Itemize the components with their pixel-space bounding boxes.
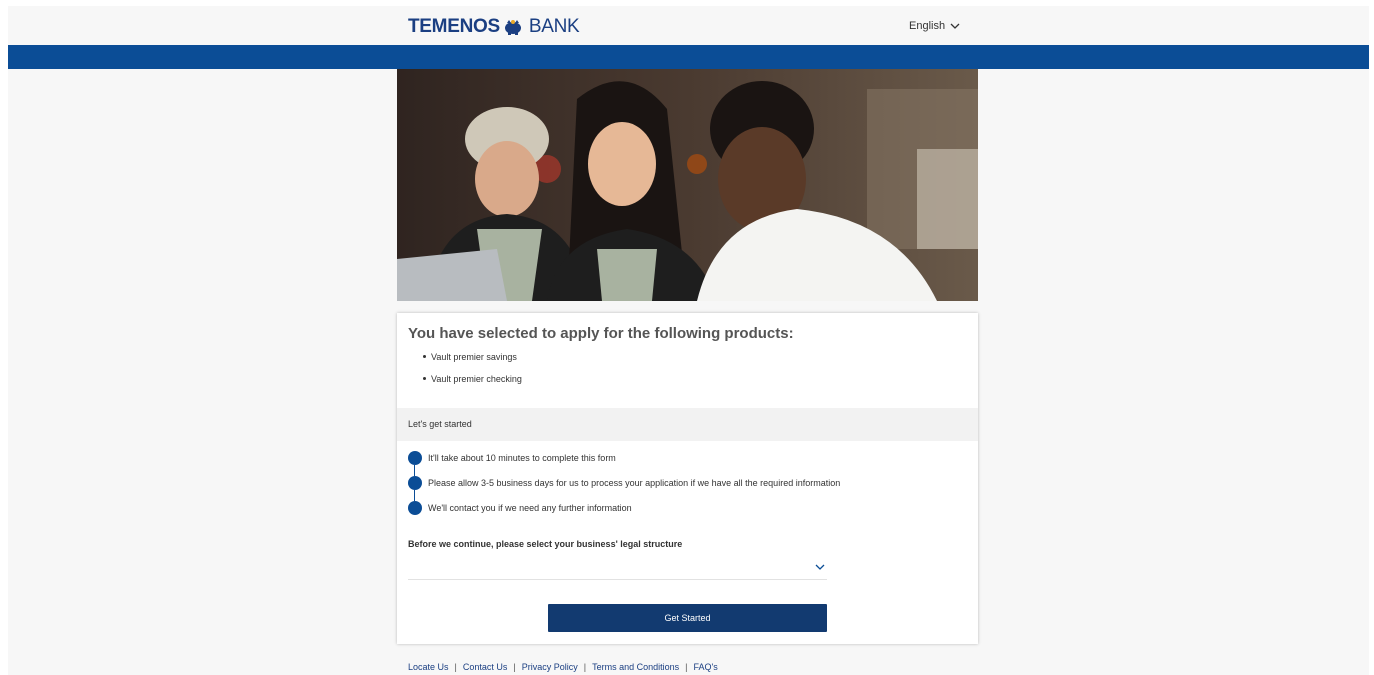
legal-structure-label: Before we continue, please select your b… bbox=[408, 539, 683, 549]
footer-link-locate-us[interactable]: Locate Us bbox=[408, 662, 449, 672]
step-connector bbox=[414, 465, 415, 476]
step-dot-icon bbox=[408, 451, 422, 465]
step-text: Please allow 3-5 business days for us to… bbox=[428, 478, 841, 488]
footer-link-terms[interactable]: Terms and Conditions bbox=[592, 662, 679, 672]
get-started-button[interactable]: Get Started bbox=[548, 604, 827, 632]
logo-text-temenos: TEMENOS bbox=[408, 16, 500, 37]
section-header: Let's get started bbox=[397, 408, 978, 441]
logo-text-bank: BANK bbox=[528, 16, 580, 37]
section-label: Let's get started bbox=[408, 419, 472, 429]
step-text: It'll take about 10 minutes to complete … bbox=[428, 453, 616, 463]
footer-link-privacy-policy[interactable]: Privacy Policy bbox=[522, 662, 578, 672]
header-accent-bar bbox=[8, 45, 1369, 69]
footer-separator: | bbox=[513, 662, 516, 672]
bank-logo[interactable]: TEMENOS BANK bbox=[408, 16, 580, 38]
language-label: English bbox=[909, 20, 946, 32]
site-header: TEMENOS BANK English bbox=[8, 6, 1369, 45]
hero-photo-illustration bbox=[397, 69, 978, 301]
product-list: Vault premier savings Vault premier chec… bbox=[423, 351, 522, 395]
step-item: We'll contact you if we need any further… bbox=[408, 501, 840, 526]
step-item: It'll take about 10 minutes to complete … bbox=[408, 451, 840, 476]
footer-links: Locate Us | Contact Us | Privacy Policy … bbox=[408, 662, 718, 672]
footer-link-faqs[interactable]: FAQ's bbox=[694, 662, 718, 672]
footer-separator: | bbox=[583, 662, 587, 672]
hero-image bbox=[397, 69, 978, 301]
legal-structure-select[interactable] bbox=[408, 558, 827, 580]
step-text: We'll contact you if we need any further… bbox=[428, 503, 632, 513]
step-dot-icon bbox=[408, 476, 422, 490]
footer-link-contact-us[interactable]: Contact Us bbox=[463, 662, 508, 672]
step-connector bbox=[414, 490, 415, 501]
list-item: Vault premier savings bbox=[423, 351, 522, 373]
card-title: You have selected to apply for the follo… bbox=[408, 325, 794, 342]
steps-list: It'll take about 10 minutes to complete … bbox=[408, 451, 840, 526]
chevron-down-icon bbox=[815, 564, 825, 570]
application-card: You have selected to apply for the follo… bbox=[397, 313, 978, 644]
footer-separator: | bbox=[454, 662, 457, 672]
footer-separator: | bbox=[685, 662, 688, 672]
language-selector[interactable]: English bbox=[909, 20, 960, 32]
step-item: Please allow 3-5 business days for us to… bbox=[408, 476, 840, 501]
list-item: Vault premier checking bbox=[423, 373, 522, 395]
chevron-down-icon bbox=[950, 23, 960, 29]
piggy-bank-icon bbox=[504, 20, 521, 35]
step-dot-icon bbox=[408, 501, 422, 515]
